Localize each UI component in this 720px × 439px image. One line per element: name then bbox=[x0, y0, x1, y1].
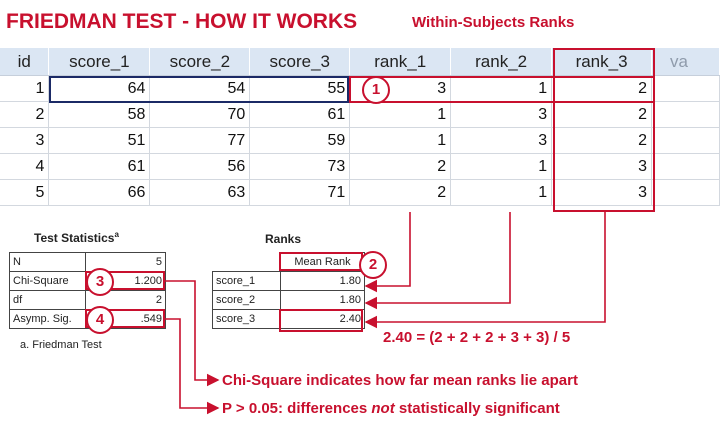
significance-note-emphasis: not bbox=[371, 400, 395, 417]
arrow-rank-2-to-score-2 bbox=[364, 212, 511, 310]
significance-note-suffix: statistically significant bbox=[394, 400, 560, 417]
significance-note: P > 0.05: differences not statistically … bbox=[222, 400, 560, 417]
chi-square-note: Chi-Square indicates how far mean ranks … bbox=[222, 372, 578, 389]
arrow-rank-1-to-score-1 bbox=[364, 212, 411, 293]
significance-note-prefix: P > 0.05: differences bbox=[222, 400, 372, 417]
arrow-chi-square-note bbox=[165, 280, 220, 387]
mean-rank-formula: 2.40 = (2 + 2 + 2 + 3 + 3) / 5 bbox=[383, 329, 571, 346]
arrow-rank-3-to-score-3 bbox=[364, 212, 606, 329]
arrow-sig-note bbox=[165, 318, 220, 415]
